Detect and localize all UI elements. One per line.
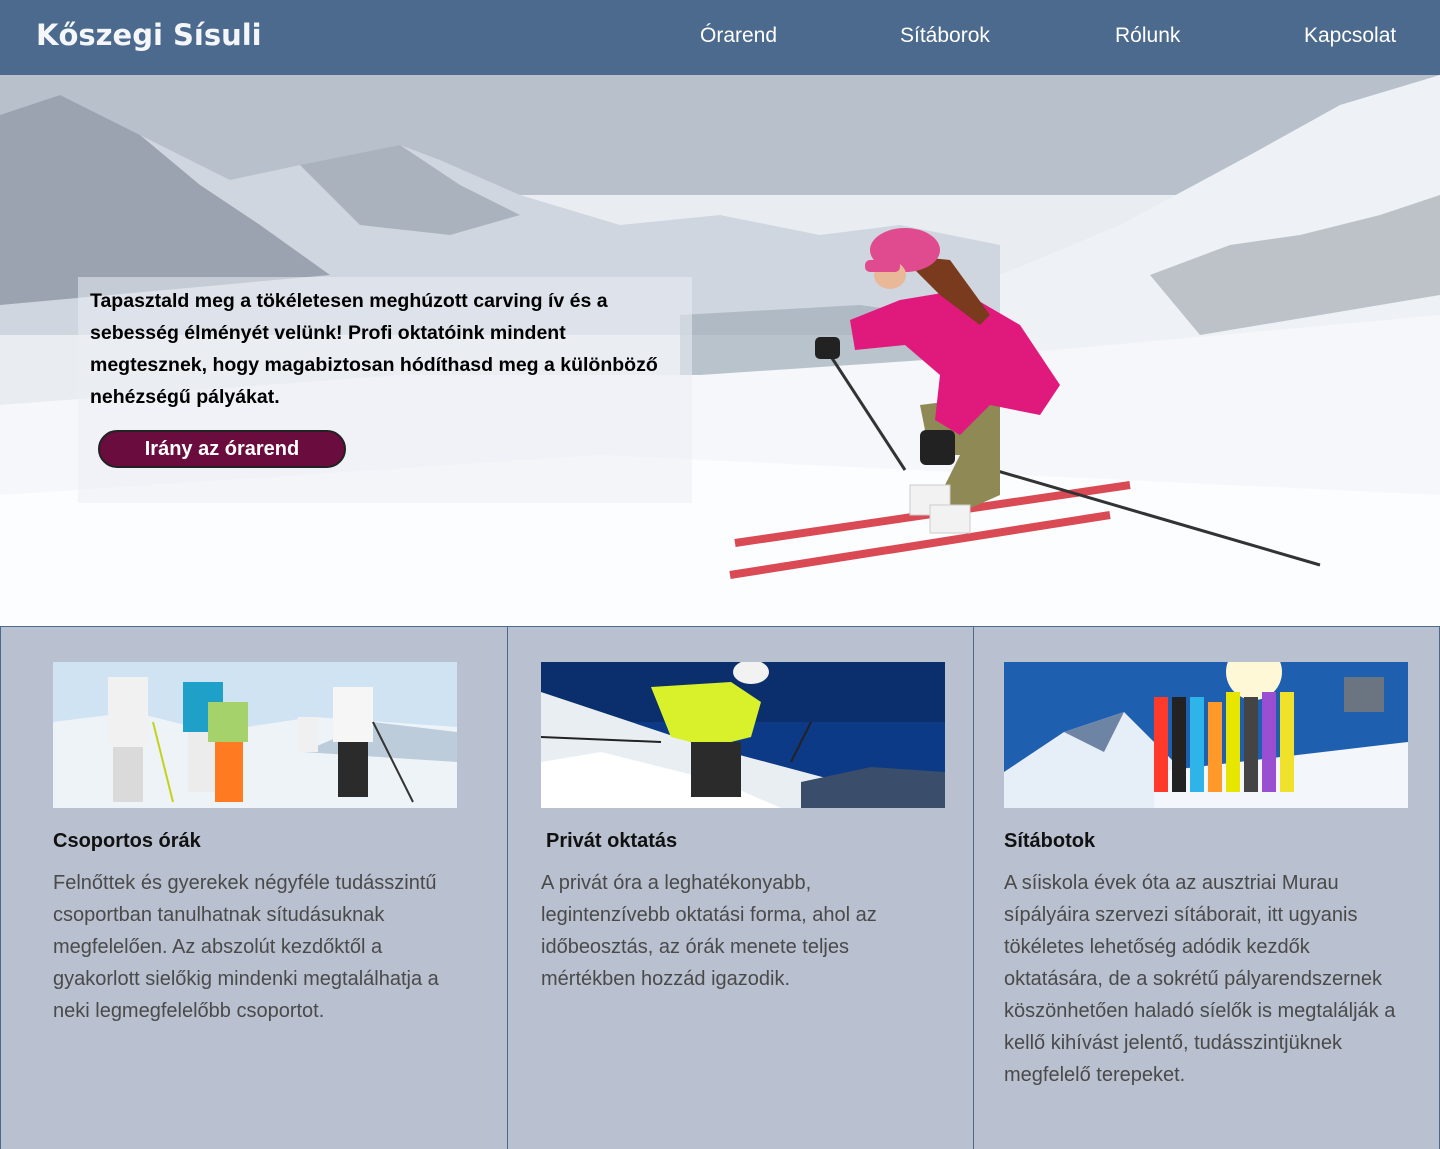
top-navbar: Kőszegi Sísuli Órarend Sítáborok Rólunk … bbox=[0, 0, 1440, 75]
nav-link-sitaborok[interactable]: Sítáborok bbox=[900, 24, 990, 48]
card-body-private-lessons: A privát óra a leghatékonyabb, legintenz… bbox=[541, 872, 877, 990]
schedule-button[interactable]: Irány az órarend bbox=[98, 430, 346, 468]
brand-logo[interactable]: Kőszegi Sísuli bbox=[36, 18, 262, 52]
hero-banner: Tapasztald meg a tökéletesen meghúzott c… bbox=[0, 75, 1440, 626]
card-ski-camps: Sítábotok A síiskola évek óta az ausztri… bbox=[974, 627, 1440, 1149]
ski-camps-image bbox=[1004, 662, 1408, 808]
card-title-ski-camps: Sítábotok bbox=[1004, 830, 1096, 852]
nav-link-orarend[interactable]: Órarend bbox=[700, 24, 777, 48]
card-group-lessons: Csoportos órák Felnőttek és gyerekek nég… bbox=[0, 627, 508, 1149]
card-private-lessons: Privát oktatás A privát óra a leghatékon… bbox=[508, 627, 974, 1149]
group-lessons-image bbox=[53, 662, 457, 808]
private-lessons-image bbox=[541, 662, 945, 808]
hero-tagline: Tapasztald meg a tökéletesen meghúzott c… bbox=[90, 290, 658, 408]
card-body-group-lessons: Felnőttek és gyerekek négyféle tudásszin… bbox=[53, 872, 439, 1022]
hero-text-panel: Tapasztald meg a tökéletesen meghúzott c… bbox=[78, 277, 692, 503]
feature-cards: Csoportos órák Felnőttek és gyerekek nég… bbox=[0, 626, 1440, 1149]
nav-link-kapcsolat[interactable]: Kapcsolat bbox=[1304, 24, 1396, 48]
card-body-ski-camps: A síiskola évek óta az ausztriai Murau s… bbox=[1004, 872, 1396, 1086]
card-title-group-lessons: Csoportos órák bbox=[53, 830, 201, 852]
nav-link-rolunk[interactable]: Rólunk bbox=[1115, 24, 1180, 48]
card-title-private-lessons: Privát oktatás bbox=[546, 830, 678, 852]
